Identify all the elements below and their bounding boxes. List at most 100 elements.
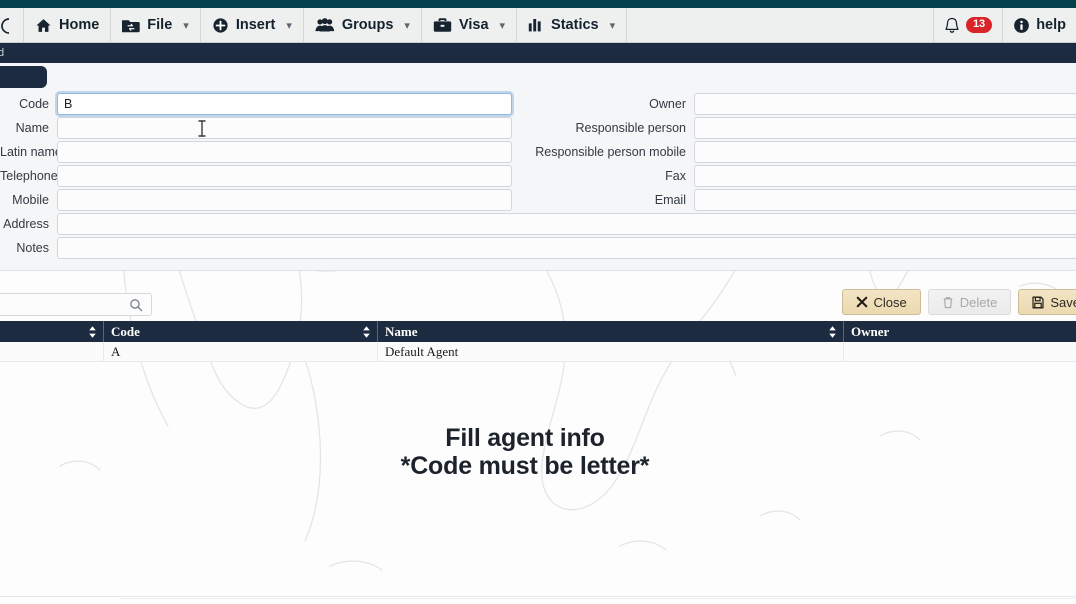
notifications-button[interactable]: 13 [932,8,1002,42]
table-header-owner-label: Owner [851,323,890,339]
field-owner: Owner [512,93,1076,115]
field-fax-label: Fax [665,169,686,183]
briefcase-icon [433,17,452,33]
fax-input[interactable] [694,165,1076,187]
help-label: help [1036,17,1066,33]
table-cell-code: A [104,341,378,362]
x-icon [856,296,868,308]
trash-icon [942,296,954,309]
table-header-name-label: Name [385,323,418,339]
help-button[interactable]: help [1002,8,1076,42]
form-tab-pill[interactable] [0,66,47,88]
field-responsible-person: Responsible person [512,117,1076,139]
close-button-label: Close [873,294,907,310]
application-window: Home File ▾ Insert ▾ Groups ▾ Visa ▾ Sta… [0,0,1076,604]
notes-input[interactable] [57,237,1076,259]
field-fax: Fax [512,165,1076,187]
field-name: Name [0,117,512,139]
menu-item-home-label: Home [59,17,100,33]
field-mobile: Mobile [0,189,512,211]
field-owner-label: Owner [649,97,686,111]
field-code: Code [0,93,512,115]
action-buttons-group: Close Delete Sav [841,289,1076,315]
menu-item-visa[interactable]: Visa ▾ [422,8,518,42]
field-latin-name: Latin name [0,141,512,163]
field-notes: Notes [0,237,1076,259]
menu-item-file-label: File [147,17,173,33]
form-row-4: Telephone Fax [0,164,1076,188]
search-input[interactable] [0,294,129,315]
save-button[interactable]: Save [1018,289,1076,315]
menu-item-partial-left[interactable] [0,8,24,42]
table-header-owner[interactable]: Owner [844,321,1076,342]
field-latin-name-label: Latin name [0,145,57,159]
plus-circle-icon [212,17,229,34]
field-address: Address [0,213,1076,235]
agents-table: Code Name Owner A Default Agent [0,321,1076,362]
folder-exchange-icon [122,17,140,34]
menu-item-statics[interactable]: Statics ▾ [517,8,628,42]
instruction-line-1: Fill agent info [445,424,605,452]
bell-icon [944,17,960,34]
owner-input[interactable] [694,93,1076,115]
sort-arrows-icon [828,325,837,338]
table-header-row: Code Name Owner [0,321,1076,342]
chevron-down-icon: ▾ [609,19,616,32]
table-cell-select [0,341,104,362]
menu-item-groups-label: Groups [341,17,394,33]
responsible-person-input[interactable] [694,117,1076,139]
menu-item-insert[interactable]: Insert ▾ [201,8,304,42]
menu-utility-group: 13 help [932,8,1076,42]
responsible-person-mobile-input[interactable] [694,141,1076,163]
table-cell-owner [844,342,1076,362]
chevron-down-icon: ▾ [499,19,506,32]
table-row[interactable]: A Default Agent [0,341,1076,362]
code-input[interactable] [57,93,512,115]
sort-arrows-icon [88,325,97,338]
main-menu-bar: Home File ▾ Insert ▾ Groups ▾ Visa ▾ Sta… [0,8,1076,43]
menu-item-groups[interactable]: Groups ▾ [304,8,422,42]
name-input[interactable] [57,117,512,139]
bar-chart-icon [528,17,544,33]
address-input[interactable] [57,213,1076,235]
menu-items-group: Home File ▾ Insert ▾ Groups ▾ Visa ▾ Sta… [0,8,628,42]
latin-name-input[interactable] [57,141,512,163]
table-header-name[interactable]: Name [378,321,844,342]
menu-item-file[interactable]: File ▾ [111,8,201,42]
form-row-7: Notes [0,236,1076,260]
telephone-input[interactable] [57,165,512,187]
close-button[interactable]: Close [841,289,921,315]
table-header-code-label: Code [111,323,140,339]
table-header-code[interactable]: Code [104,321,378,342]
bottom-divider [0,596,1076,597]
menu-item-insert-label: Insert [235,17,276,33]
instruction-line-2: *Code must be letter* [400,452,650,480]
floppy-disk-icon [1032,295,1044,309]
field-name-label: Name [15,121,49,135]
menu-item-home[interactable]: Home [24,8,112,42]
email-input[interactable] [694,189,1076,211]
circle-partial-icon [0,17,17,34]
field-code-label: Code [19,97,49,111]
field-telephone: Telephone [0,165,512,187]
delete-button-label: Delete [959,294,998,310]
form-row-2: Name Responsible person [0,116,1076,140]
field-address-label: Address [3,217,49,231]
field-notes-label: Notes [16,241,49,255]
magnifier-icon[interactable] [129,298,151,312]
field-email-label: Email [654,193,686,207]
delete-button[interactable]: Delete [927,289,1012,315]
chevron-down-icon: ▾ [183,19,189,32]
table-header-select[interactable] [0,321,104,342]
users-icon [315,17,335,33]
mobile-input[interactable] [57,189,512,211]
field-mobile-label: Mobile [12,193,49,207]
form-row-3: Latin name Responsible person mobile [0,140,1076,164]
secondary-nav-text: d [0,47,5,59]
chevron-down-icon: ▾ [404,19,410,32]
home-icon [35,17,52,34]
chevron-down-icon: ▾ [286,19,292,32]
info-circle-icon [1013,17,1030,34]
search-box[interactable] [0,293,152,316]
menu-item-visa-label: Visa [458,17,489,33]
